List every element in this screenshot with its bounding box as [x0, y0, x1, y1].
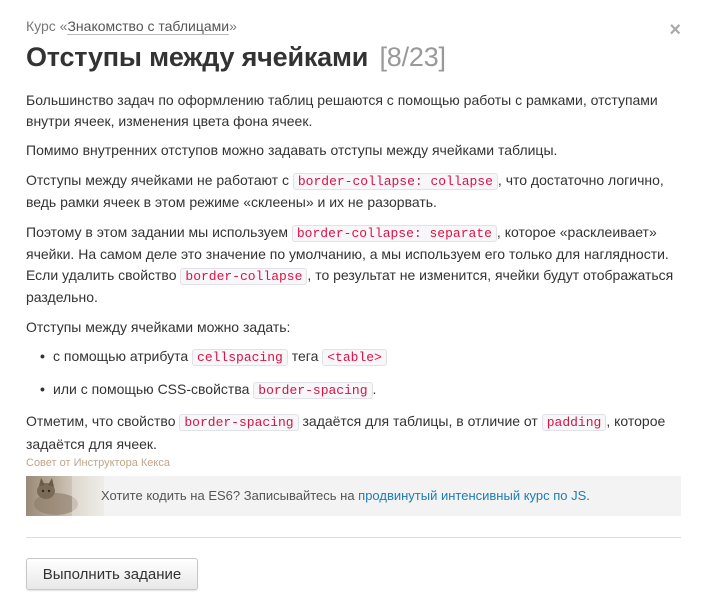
text: Хотите кодить на ES6? Записывайтесь на — [101, 488, 359, 503]
code-snippet: border-collapse: separate — [291, 224, 497, 242]
tip-text: Хотите кодить на ES6? Записывайтесь на п… — [101, 488, 590, 503]
paragraph-4: Поэтому в этом задании мы используем bor… — [26, 222, 681, 308]
tip-caption: Совет от Инструктора Кекса — [26, 457, 170, 469]
bullet-icon: • — [40, 348, 45, 364]
code-snippet: border-spacing — [179, 414, 299, 431]
paragraph-3: Отступы между ячейками не работают с bor… — [26, 170, 681, 213]
code-snippet: cellspacing — [192, 349, 288, 366]
paragraph-6: Отметим, что свойство border-spacing зад… — [26, 411, 681, 454]
close-icon[interactable]: × — [669, 20, 681, 40]
paragraph-5: Отступы между ячейками можно задать: — [26, 318, 291, 335]
course-link[interactable]: Знакомство с таблицами — [67, 18, 230, 35]
text: или с помощью CSS-свойства — [53, 380, 254, 397]
divider — [26, 537, 681, 538]
code-snippet: border-collapse — [180, 267, 308, 285]
run-task-button[interactable]: Выполнить задание — [26, 558, 198, 590]
code-snippet: padding — [541, 414, 607, 431]
text: . — [586, 488, 590, 503]
text: с помощью атрибута — [53, 348, 193, 364]
bullet-icon: • — [40, 380, 45, 397]
list-item: • или с помощью CSS-свойства border-spaci… — [40, 379, 681, 402]
course-prefix: Курс « — [26, 18, 68, 34]
code-snippet: border-spacing — [253, 381, 373, 399]
cat-photo-icon — [34, 476, 104, 516]
text: тега — [287, 348, 323, 364]
paragraph-1: Большинство задач по оформлению таблиц р… — [26, 92, 658, 129]
page-title: Отступы между ячейками [8/23] — [26, 42, 446, 73]
paragraph-2: Помимо внутренних отступов можно задават… — [26, 142, 558, 158]
options-list: • с помощью атрибута cellspacing тега <ta… — [26, 346, 681, 401]
course-suffix: » — [229, 18, 237, 34]
title-text: Отступы между ячейками — [26, 42, 369, 72]
list-item: • с помощью атрибута cellspacing тега <ta… — [40, 346, 681, 369]
text: Отступы между ячейками не работают с — [26, 171, 293, 188]
text: . — [372, 380, 377, 397]
code-snippet: <table> — [322, 349, 387, 366]
task-description: Большинство задач по оформлению таблиц р… — [26, 90, 681, 463]
text: Поэтому в этом задании мы используем — [26, 223, 292, 240]
course-breadcrumb: Курс «Знакомство с таблицами» — [26, 18, 237, 35]
code-snippet: border-collapse: collapse — [292, 172, 498, 190]
instructor-avatar — [26, 476, 104, 516]
tip-banner: Хотите кодить на ES6? Записывайтесь на п… — [26, 476, 681, 516]
text: задаётся для таблицы, в отличие от — [298, 413, 542, 429]
text: Отметим, что свойство — [26, 413, 180, 429]
course-promo-link[interactable]: продвинутый интенсивный курс по JS — [358, 488, 586, 503]
task-counter: [8/23] — [379, 42, 446, 72]
